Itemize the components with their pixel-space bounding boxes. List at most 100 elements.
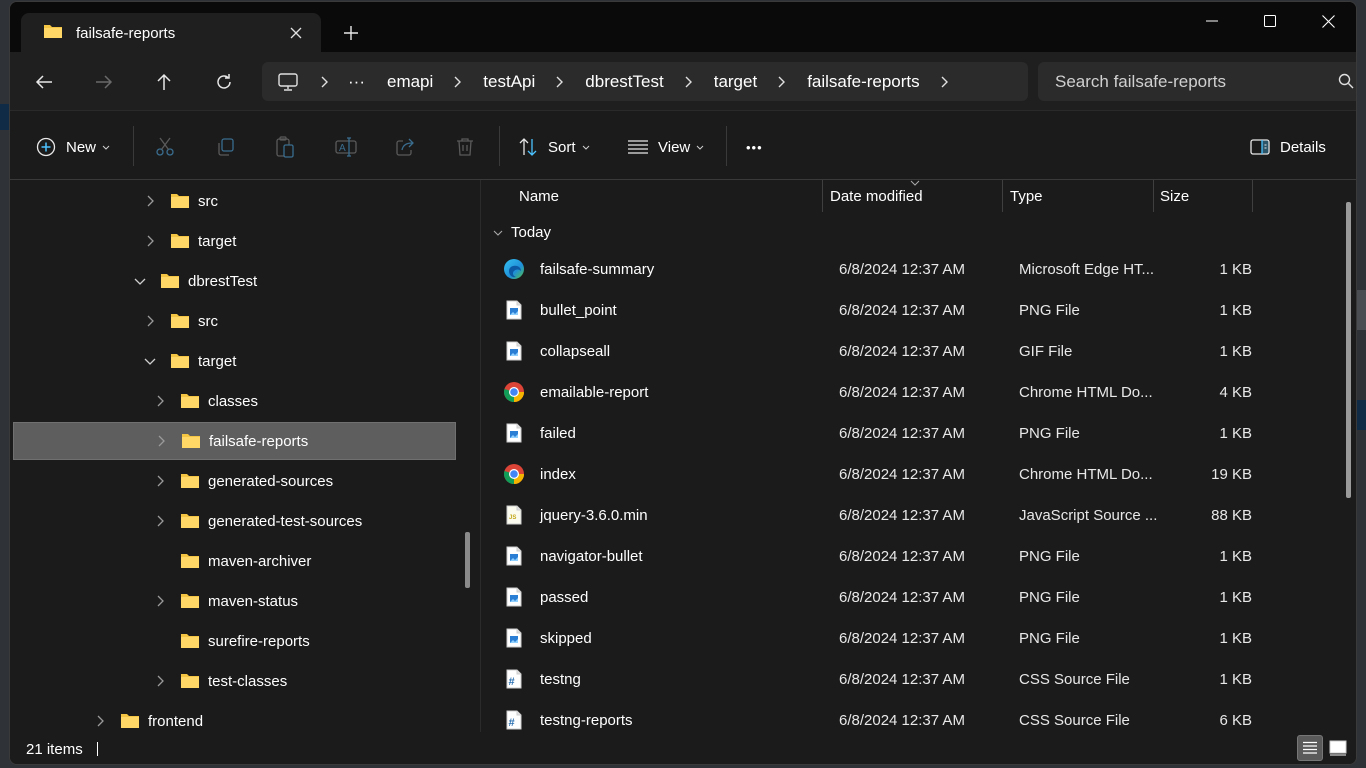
column-header-date[interactable]: Date modified [830,180,923,212]
view-button[interactable]: View [628,130,704,164]
copy-button[interactable] [215,130,235,164]
search-input[interactable] [1038,71,1318,92]
breadcrumb-chevron-icon[interactable] [932,76,958,88]
chevron-right-icon[interactable] [150,675,170,687]
sidebar-item-target[interactable]: target [10,342,453,380]
chevron-right-icon[interactable] [150,395,170,407]
column-header-size[interactable]: Size [1160,180,1189,212]
sidebar-item-surefire-reports[interactable]: surefire-reports [10,622,453,660]
file-list: Name Date modified Type Size Today fails… [481,180,1356,732]
search-icon[interactable] [1338,73,1354,94]
refresh-button[interactable] [207,66,241,98]
file-size: 19 KB [1211,465,1252,483]
column-divider[interactable] [822,180,823,212]
column-header-type[interactable]: Type [1010,180,1043,212]
search-box[interactable] [1038,62,1356,101]
close-window-button[interactable] [1305,6,1351,36]
chevron-right-icon[interactable] [140,235,160,247]
delete-button[interactable] [455,130,475,164]
sidebar-item-maven-archiver[interactable]: maven-archiver [10,542,453,580]
group-header-today[interactable]: Today [493,224,551,241]
sidebar-item-label: target [198,352,237,370]
file-row[interactable]: bullet_point 6/8/2024 12:37 AM PNG File 1 K… [493,291,1253,329]
file-row[interactable]: JS jquery-3.6.0.min 6/8/2024 12:37 AM JavaS… [493,496,1253,534]
details-view-button[interactable] [1297,735,1323,761]
sidebar-item-src[interactable]: src [10,182,453,220]
file-row[interactable]: skipped 6/8/2024 12:37 AM PNG File 1 KB [493,619,1253,657]
details-pane-button[interactable]: Details [1250,130,1326,164]
breadcrumb-item[interactable]: dbrestTest [573,72,675,92]
share-button[interactable] [395,130,415,164]
sidebar-item-failsafe-reports[interactable]: failsafe-reports [13,422,456,460]
cut-button[interactable] [155,130,175,164]
breadcrumb-chevron-icon[interactable] [769,76,795,88]
file-row[interactable]: failsafe-summary 6/8/2024 12:37 AM Microso… [493,250,1253,288]
copy-icon [218,138,234,156]
file-row[interactable]: emailable-report 6/8/2024 12:37 AM Chrome … [493,373,1253,411]
new-tab-button[interactable] [336,18,366,48]
breadcrumb-item[interactable]: emapi [375,72,445,92]
breadcrumb-item[interactable]: target [702,72,769,92]
back-button[interactable] [27,66,61,98]
new-button[interactable]: New [36,130,110,164]
paste-button[interactable] [275,130,295,164]
breadcrumb-chevron-icon[interactable] [547,76,573,88]
sidebar-item-test-classes[interactable]: test-classes [10,662,453,700]
minimize-button[interactable] [1189,6,1235,36]
breadcrumb-overflow[interactable]: ··· [338,72,375,92]
sidebar-item-maven-status[interactable]: maven-status [10,582,453,620]
maximize-button[interactable] [1247,6,1293,36]
address-bar[interactable]: ··· emapi testApi dbrestTest target fail… [262,62,1028,101]
close-icon [290,27,302,39]
chevron-down-icon[interactable] [140,358,160,365]
chevron-right-icon[interactable] [151,435,171,447]
breadcrumb-chevron-icon[interactable] [312,76,338,88]
breadcrumb-chevron-icon[interactable] [445,76,471,88]
column-divider[interactable] [1153,180,1154,212]
arrow-right-icon [96,75,113,89]
chevron-right-icon[interactable] [90,715,110,727]
large-icons-view-button[interactable] [1325,735,1351,761]
this-pc-icon[interactable] [278,72,298,91]
column-divider[interactable] [1002,180,1003,212]
file-row[interactable]: navigator-bullet 6/8/2024 12:37 AM PNG Fil… [493,537,1253,575]
sidebar-item-generated-test-sources[interactable]: generated-test-sources [10,502,453,540]
close-tab-button[interactable] [281,18,311,48]
file-row[interactable]: # testng-reports 6/8/2024 12:37 AM CSS Sour… [493,701,1253,732]
file-row[interactable]: passed 6/8/2024 12:37 AM PNG File 1 KB [493,578,1253,616]
forward-button[interactable] [87,66,121,98]
sidebar-item-dbresttest[interactable]: dbrestTest [10,262,453,300]
details-label: Details [1280,138,1326,156]
file-row[interactable]: index 6/8/2024 12:37 AM Chrome HTML Do... 1… [493,455,1253,493]
title-bar[interactable]: failsafe-reports [10,2,1356,53]
breadcrumb-item[interactable]: testApi [471,72,547,92]
sidebar-item-classes[interactable]: classes [10,382,453,420]
chevron-down-icon[interactable] [130,278,150,285]
file-list-scrollbar[interactable] [1346,202,1351,498]
folder-icon [180,513,200,529]
breadcrumb-chevron-icon[interactable] [676,76,702,88]
more-options-button[interactable]: ••• [746,130,763,164]
chevron-right-icon[interactable] [150,475,170,487]
file-row[interactable]: failed 6/8/2024 12:37 AM PNG File 1 KB [493,414,1253,452]
rename-button[interactable]: A [335,130,357,164]
sidebar-item-generated-sources[interactable]: generated-sources [10,462,453,500]
breadcrumb-current[interactable]: failsafe-reports [795,72,931,92]
tab-failsafe-reports[interactable]: failsafe-reports [21,13,321,53]
chevron-right-icon[interactable] [150,595,170,607]
file-row[interactable]: collapseall 6/8/2024 12:37 AM GIF File 1 KB [493,332,1253,370]
sort-button[interactable]: Sort [518,130,590,164]
file-size: 1 KB [1219,547,1252,565]
sidebar-item-target[interactable]: target [10,222,453,260]
navigation-pane-scrollbar[interactable] [465,532,470,588]
file-row[interactable]: # testng 6/8/2024 12:37 AM CSS Source File 1… [493,660,1253,698]
chevron-right-icon[interactable] [150,515,170,527]
sidebar-item-src[interactable]: src [10,302,453,340]
chevron-right-icon[interactable] [140,315,160,327]
column-divider[interactable] [1252,180,1253,212]
image-file-icon [503,299,525,321]
column-header-name[interactable]: Name [519,180,559,212]
chevron-right-icon[interactable] [140,195,160,207]
sidebar-item-frontend[interactable]: frontend [10,702,453,732]
up-button[interactable] [147,66,181,98]
